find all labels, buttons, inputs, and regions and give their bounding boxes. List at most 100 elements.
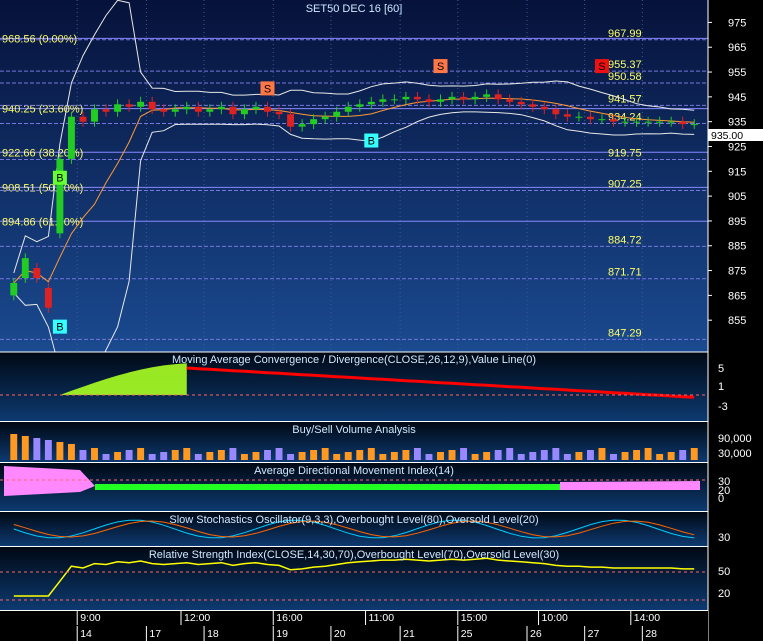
time-label: 15:00 [461,612,487,624]
macd-title: Moving Average Convergence / Divergence(… [172,354,536,366]
volume-bar [506,448,514,460]
candle-body [102,109,110,112]
volume-bar [252,452,260,460]
time-label: 9:00 [80,612,101,624]
volume-bar [402,450,410,460]
price-tick-label: 855 [728,315,746,327]
volume-bar [67,444,75,460]
candle-body [252,106,260,110]
volume-bar [529,452,537,460]
volume-bar [79,450,87,460]
time-axis [0,611,708,641]
adx-title: Average Directional Movement Index(14) [254,465,454,477]
candle-body [91,109,98,122]
candle-body [194,106,202,112]
date-label: 27 [588,628,600,640]
signal-label: B [56,322,63,334]
price-tick-label: 955 [728,67,746,79]
volume-bar [540,450,548,460]
candle-body [621,121,629,123]
time-label: 16:00 [276,612,302,624]
adx-tick-label: 0 [718,493,724,505]
candle-body [667,121,675,123]
candle-body [506,99,514,102]
candle-body [437,99,444,102]
candle-body [137,101,145,107]
rsi-title: Relative Strength Index(CLOSE,14,30,70),… [149,549,559,561]
candle-body [367,101,375,105]
volume-bar [333,454,341,460]
level-label: 967.99 [608,28,642,40]
signal-label: B [56,173,63,185]
volume-bar [621,452,629,460]
volume-bar [114,452,122,460]
candle-body [679,121,687,125]
volume-bar [321,448,329,460]
volume-bar [229,448,237,460]
chart-canvas: SET50 DEC 16 [60] 968.56 (0.00%)940.25 (… [0,0,763,641]
time-label: 11:00 [369,612,395,624]
volume-bar [171,450,179,460]
price-tick-label: 875 [728,266,746,278]
candle-body [540,106,548,110]
volume-bar [264,450,271,460]
volume-bar [160,452,168,460]
volume-bar [690,448,698,460]
volume-bar [379,454,387,460]
candle-body [33,268,41,278]
date-label: 17 [149,628,161,640]
date-label: 28 [645,628,657,640]
volume-bar [586,450,594,460]
candle-body [633,121,641,123]
candle-body [264,106,271,112]
date-label: 26 [530,628,542,640]
level-label: 955.37 [608,59,642,71]
adx-positive-area [95,484,560,490]
candle-body [460,96,468,100]
date-label: 21 [403,628,415,640]
volume-bar [460,448,468,460]
time-label: 12:00 [184,612,210,624]
candle-body [10,282,18,296]
macd-tick-label: -3 [718,401,728,413]
price-tick-label: 925 [728,141,746,153]
volume-bar [471,454,479,460]
candle-body [425,99,433,102]
candle-body [125,104,133,107]
candle-body [275,111,283,115]
price-tick-label: 885 [728,241,746,253]
candle-body [644,121,652,123]
price-tick-label: 965 [728,42,746,54]
price-tick-label: 935 [728,117,746,129]
last-price-label: 935.00 [711,130,743,142]
level-label: 871.71 [608,267,642,279]
candle-body [310,119,318,125]
volume-bar [644,448,652,460]
candle-body [229,106,237,115]
volume-bar [275,448,283,460]
price-tick-label: 945 [728,92,746,104]
candle-body [148,101,156,110]
volume-bar [367,448,375,460]
volume-bar [44,440,52,460]
candle-body [448,96,456,100]
signal-label: S [264,83,271,95]
price-panel [0,0,708,352]
candle-body [471,96,479,100]
date-label: 18 [207,628,219,640]
volume-bar [610,454,617,460]
volume-bar [517,454,525,460]
volume-bar [217,450,225,460]
price-tick-label: 915 [728,166,746,178]
rsi-tick-label: 50 [718,566,730,578]
stoch-tick-label: 30 [718,532,730,544]
candle-body [598,119,606,121]
price-tick-label: 895 [728,216,746,228]
volume-bar [21,436,29,460]
volume-bar [494,450,502,460]
candle-body [79,116,87,122]
candle-body [67,116,75,159]
volume-bar [448,450,456,460]
volume-bar [575,452,583,460]
stoch-title: Slow Stochastics Oscillator(9,3,3),Overb… [169,514,538,526]
